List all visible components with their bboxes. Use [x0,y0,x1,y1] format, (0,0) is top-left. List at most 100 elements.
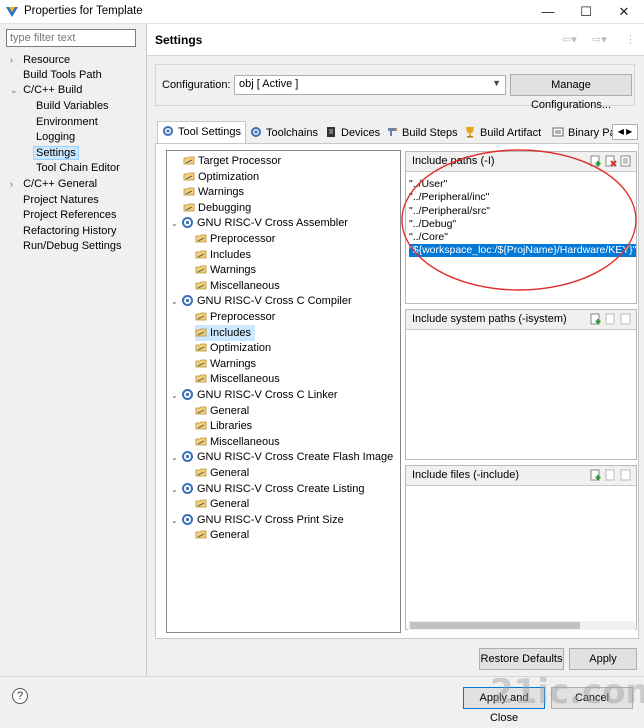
tool-tree-item[interactable]: Target Processor [183,153,281,169]
tab-tool-settings[interactable]: Tool Settings [157,121,246,144]
nav-item-build-tools-path[interactable]: Build Tools Path [23,67,102,83]
nav-item-run-debug-settings[interactable]: Run/Debug Settings [23,238,121,254]
tab-build-steps[interactable]: Build Steps [381,122,463,144]
tab-devices[interactable]: Devices [320,122,385,144]
tool-icon [181,217,197,229]
scrollbar-thumb[interactable] [410,622,580,629]
nav-item-tool-chain-editor[interactable]: Tool Chain Editor [36,160,120,176]
expand-chevron-icon[interactable]: › [10,176,20,192]
title-bar: Properties for Template — ☐ ✕ [0,0,644,24]
tool-tree-tool[interactable]: ⌄ GNU RISC-V Cross Create Flash Image [171,449,393,465]
include-system-paths-header: Include system paths (-isystem) [406,310,636,330]
option-category-icon [195,467,210,479]
tool-tree-item[interactable]: Libraries [195,418,252,434]
nav-item-c-cpp-build[interactable]: ⌄ C/C++ Build [10,82,82,98]
tab-build-artifact[interactable]: Build Artifact [459,122,546,144]
option-category-icon [183,186,198,198]
add-icon[interactable] [590,313,602,325]
tool-tree-tool[interactable]: ⌄ GNU RISC-V Cross Assembler [171,215,348,231]
add-icon[interactable] [590,469,602,481]
maximize-button[interactable]: ☐ [566,0,606,24]
pane-divider[interactable] [146,24,147,676]
view-menu-icon[interactable]: ⋮ [625,33,636,46]
include-system-paths-section: Include system paths (-isystem) [405,309,637,460]
option-category-icon [195,264,210,276]
tool-tree-item[interactable]: Includes [195,247,251,263]
expand-chevron-icon[interactable]: › [10,52,20,68]
edit-icon[interactable] [620,469,632,481]
option-category-icon [195,358,210,370]
tool-tree-item[interactable]: Warnings [195,262,256,278]
tool-tree-item[interactable]: Warnings [183,184,244,200]
chevron-down-icon[interactable]: ⌄ [171,450,181,466]
configuration-select[interactable]: obj [ Active ] ▼ [234,75,506,95]
edit-icon[interactable] [620,313,632,325]
nav-item-logging[interactable]: Logging [36,129,75,145]
tool-tree-tool[interactable]: ⌄ GNU RISC-V Cross Print Size [171,512,344,528]
option-category-icon [195,405,210,417]
tool-icon [181,389,197,401]
tool-tree-item[interactable]: General [195,527,249,543]
tool-tree-item[interactable]: General [195,465,249,481]
nav-item-build-variables[interactable]: Build Variables [36,98,109,114]
build-steps-icon [388,128,397,136]
tool-tree-tool[interactable]: ⌄ GNU RISC-V Cross Create Listing [171,481,365,497]
option-category-icon [195,529,210,541]
option-category-icon [195,233,210,245]
tab-toolchains[interactable]: Toolchains [245,122,323,144]
configuration-value: obj [ Active ] [239,78,299,90]
nav-item-project-natures[interactable]: Project Natures [23,192,99,208]
help-icon[interactable]: ? [12,688,28,704]
tool-tree-item[interactable]: General [195,403,249,419]
tool-tree-item[interactable]: Preprocessor [195,309,275,325]
page-title: Settings [155,33,203,47]
restore-defaults-button[interactable]: Restore Defaults [479,648,564,670]
option-category-icon [183,171,198,183]
tool-tree-item[interactable]: Miscellaneous [195,371,280,387]
tool-tree-tool[interactable]: ⌄ GNU RISC-V Cross C Linker [171,387,338,403]
tab-scroll-arrows[interactable]: ◀ ▶ [612,124,638,140]
tool-tree-item-selected[interactable]: Includes [195,324,255,341]
nav-item-resource[interactable]: › Resource [10,52,70,68]
tool-tree-item[interactable]: Optimization [183,169,259,185]
nav-item-environment[interactable]: Environment [36,114,98,130]
chevron-down-icon[interactable]: ⌄ [171,294,181,310]
close-button[interactable]: ✕ [604,0,644,24]
section-title: Include files (-include) [412,469,519,481]
nav-item-settings[interactable]: Settings [33,145,79,161]
chevron-down-icon: ▼ [492,78,501,88]
tool-tree-item[interactable]: General [195,496,249,512]
tool-tree-tool[interactable]: ⌄ GNU RISC-V Cross C Compiler [171,293,352,309]
forward-arrow-icon[interactable]: ⇨▾ [592,33,607,46]
back-arrow-icon[interactable]: ⇦▾ [562,33,577,46]
tool-tree-item[interactable]: Warnings [195,356,256,372]
delete-icon[interactable] [605,469,617,481]
chevron-down-icon[interactable]: ⌄ [171,388,181,404]
filter-input[interactable] [6,29,136,47]
tool-tree-item[interactable]: Preprocessor [195,231,275,247]
option-category-icon [195,327,210,339]
option-category-icon [195,342,210,354]
delete-icon[interactable] [605,313,617,325]
option-category-icon [195,280,210,292]
manage-configurations-button[interactable]: Manage Configurations... [510,74,632,111]
chevron-down-icon[interactable]: ⌄ [171,482,181,498]
chevron-down-icon[interactable]: ⌄ [171,216,181,232]
minimize-button[interactable]: — [528,0,568,24]
tool-icon [181,482,197,495]
chevron-down-icon[interactable]: ⌄ [171,513,181,529]
tool-tree-item[interactable]: Debugging [183,200,251,216]
nav-item-refactoring-history[interactable]: Refactoring History [23,223,117,239]
option-category-icon [195,249,210,261]
devices-icon [327,127,335,137]
binary-parsers-icon [552,127,564,137]
apply-button[interactable]: Apply [569,648,637,670]
tool-tree-item[interactable]: Optimization [195,340,271,356]
nav-item-project-references[interactable]: Project References [23,207,117,223]
configuration-label: Configuration: [162,79,231,91]
tool-tree-item[interactable]: Miscellaneous [195,434,280,450]
collapse-chevron-icon[interactable]: ⌄ [10,82,20,98]
tool-tree-item[interactable]: Miscellaneous [195,278,280,294]
tab-binary-parsers[interactable]: Binary Pa [547,122,621,144]
nav-item-c-cpp-general[interactable]: › C/C++ General [10,176,97,192]
